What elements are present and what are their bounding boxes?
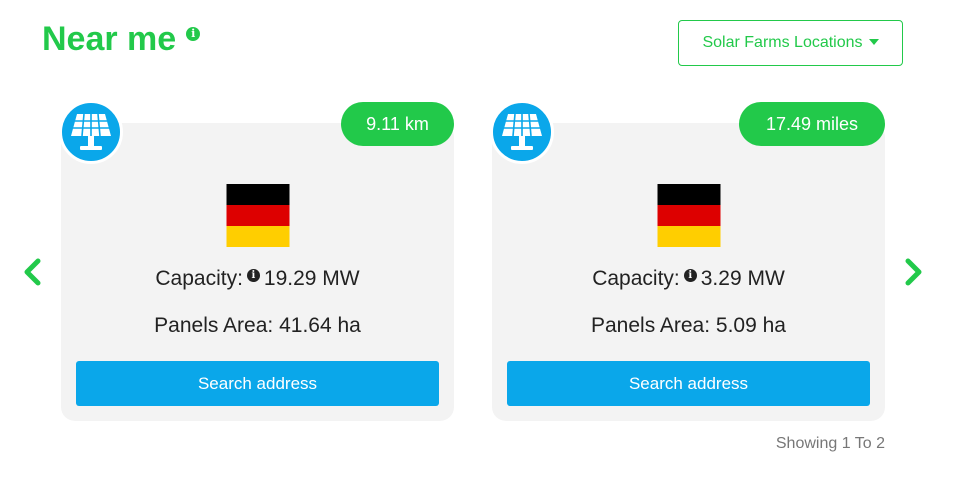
capacity-value: 3.29 MW [700, 267, 785, 290]
capacity-label: Capacity: [592, 267, 680, 290]
info-icon[interactable]: i [683, 269, 697, 282]
germany-flag [226, 184, 289, 247]
caret-down-icon [868, 39, 879, 45]
germany-flag [657, 184, 720, 247]
area-label: Panels Area: [590, 314, 711, 337]
solar-farm-card: 9.11 km Capacity: i 19.29 MW Panels Area: … [59, 100, 454, 421]
dropdown-label: Solar Farms Locations [702, 34, 863, 51]
capacity-line: Capacity: i 19.29 MW [61, 267, 454, 291]
area-value: 41.64 ha [279, 314, 361, 337]
distance-badge: 9.11 km [341, 102, 454, 146]
area-value: 5.09 ha [715, 314, 786, 337]
solar-panel-icon [490, 100, 554, 164]
info-icon[interactable]: i [186, 27, 201, 41]
capacity-line: Capacity: i 3.29 MW [492, 267, 885, 291]
capacity-value: 19.29 MW [263, 267, 360, 290]
distance-badge: 17.49 miles [739, 102, 885, 146]
solar-farms-dropdown[interactable]: Solar Farms Locations [678, 20, 903, 66]
panels-area-line: Panels Area: 41.64 ha [61, 314, 454, 338]
panels-area-line: Panels Area: 5.09 ha [492, 314, 885, 338]
solar-farm-card: 17.49 miles Capacity: i 3.29 MW Panels Are… [490, 100, 885, 421]
previous-arrow-icon[interactable] [20, 257, 46, 287]
area-label: Panels Area: [154, 314, 274, 337]
search-address-button[interactable]: Search address [76, 361, 439, 406]
solar-panel-icon [59, 100, 123, 164]
page-title-text: Near me [42, 20, 177, 58]
search-address-button[interactable]: Search address [507, 361, 870, 406]
pagination-status: Showing 1 To 2 [775, 435, 885, 452]
next-arrow-icon[interactable] [900, 257, 926, 287]
page-title: Near me i [42, 20, 201, 59]
info-icon[interactable]: i [246, 269, 260, 282]
capacity-label: Capacity: [155, 267, 243, 290]
